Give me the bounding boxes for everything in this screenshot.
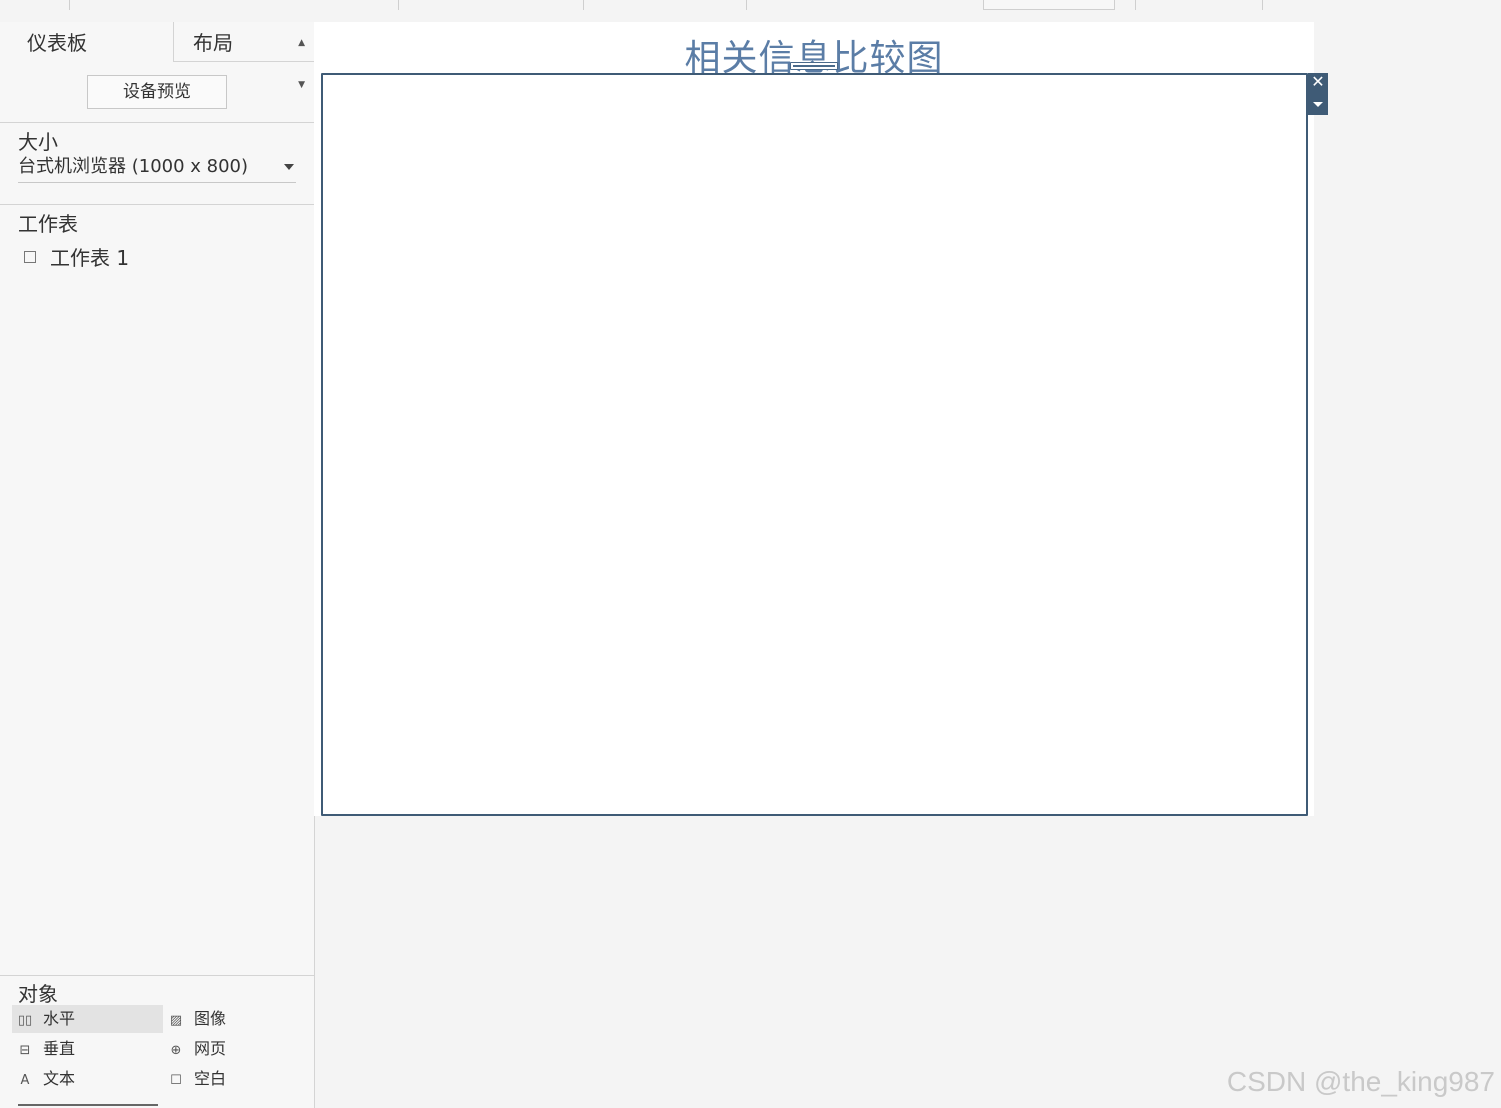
tab-layout[interactable]: 布局 ▲ ▼ <box>173 22 314 90</box>
close-icon[interactable]: ✕ <box>1308 73 1328 93</box>
vertical-container-icon: ⊟ <box>19 1043 31 1058</box>
dashboard-sidebar: 仪表板 布局 ▲ ▼ 设备预览 大小 台式机浏览器 (1000 x 800) 工作… <box>0 22 315 1108</box>
globe-icon: ⊕ <box>170 1043 182 1058</box>
toolbar-separator <box>398 0 399 10</box>
image-icon: ▨ <box>169 1013 183 1028</box>
active-bottom-indicator <box>18 1104 158 1106</box>
frame-toolbar: ✕ <box>1308 73 1328 115</box>
object-image[interactable]: ▨ 图像 <box>163 1005 314 1033</box>
object-label: 文本 <box>43 1069 76 1088</box>
object-horizontal[interactable]: ▯▯ 水平 <box>12 1005 163 1033</box>
object-label: 水平 <box>43 1009 76 1028</box>
sheets-section-title: 工作表 <box>18 212 78 236</box>
object-label: 垂直 <box>43 1039 76 1058</box>
toolbar-separator <box>1262 0 1263 10</box>
divider <box>0 204 314 205</box>
toolbar-separator <box>583 0 584 10</box>
chevron-down-icon <box>284 164 294 170</box>
object-webpage[interactable]: ⊕ 网页 <box>163 1035 314 1063</box>
dashboard-canvas: 相关信息比较图 ✕ <box>314 22 1328 816</box>
divider <box>0 975 314 976</box>
size-section-title: 大小 <box>18 130 58 154</box>
size-dropdown[interactable]: 台式机浏览器 (1000 x 800) <box>18 154 296 183</box>
up-down-arrows-icon: ▲ ▼ <box>298 38 305 90</box>
objects-section-title: 对象 <box>18 982 58 1006</box>
object-vertical[interactable]: ⊟ 垂直 <box>12 1035 163 1063</box>
size-dropdown-value: 台式机浏览器 (1000 x 800) <box>18 156 249 177</box>
device-preview-button[interactable]: 设备预览 <box>87 75 227 109</box>
sheet-item-label: 工作表 1 <box>50 246 130 270</box>
top-toolbar-strip <box>0 0 1501 22</box>
object-label: 空白 <box>194 1069 227 1088</box>
toolbar-separator <box>69 0 70 10</box>
object-label: 网页 <box>194 1039 227 1058</box>
blank-icon: ☐ <box>170 1073 182 1088</box>
object-blank[interactable]: ☐ 空白 <box>163 1065 314 1093</box>
worksheet-icon <box>24 250 36 263</box>
worksheet-frame[interactable] <box>321 73 1308 816</box>
divider <box>0 122 314 123</box>
sheet-item[interactable]: 工作表 1 <box>24 242 130 270</box>
watermark: CSDN @the_king987 <box>1226 1066 1495 1097</box>
toolbar-field[interactable] <box>983 0 1115 10</box>
drag-handle[interactable] <box>790 62 838 70</box>
tab-dashboard[interactable]: 仪表板 <box>0 22 173 62</box>
object-text[interactable]: A 文本 <box>12 1065 163 1093</box>
tab-layout-label: 布局 <box>193 31 233 55</box>
text-icon: A <box>20 1073 30 1088</box>
toolbar-separator <box>1135 0 1136 10</box>
horizontal-container-icon: ▯▯ <box>17 1013 33 1028</box>
toolbar-separator <box>746 0 747 10</box>
object-label: 图像 <box>194 1009 227 1028</box>
chevron-down-icon[interactable] <box>1313 102 1323 107</box>
